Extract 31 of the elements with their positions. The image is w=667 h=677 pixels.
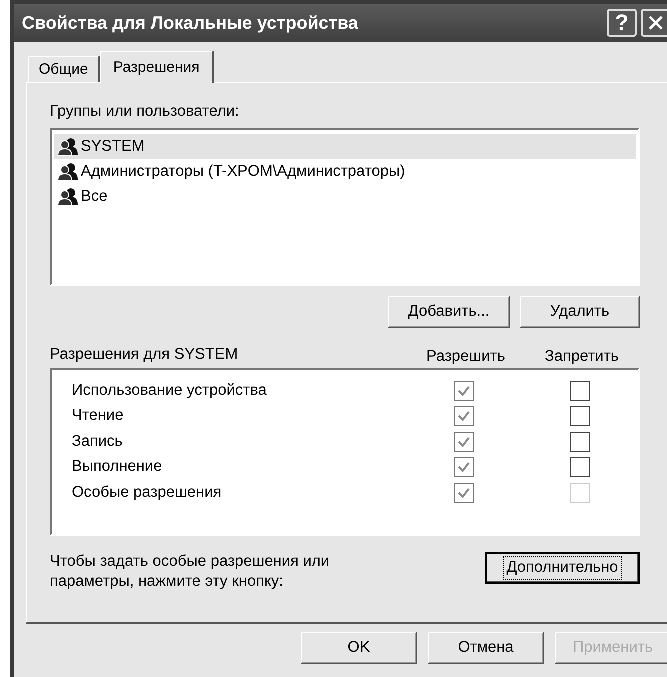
ok-button[interactable]: OK [301,632,417,664]
help-button[interactable]: ? [607,9,637,37]
permission-name: Особые разрешения [72,484,222,501]
permission-name: Выполнение [72,458,162,476]
window-title: Свойства для Локальные устройства [22,12,360,34]
tab[interactable]: Общие [28,56,100,82]
user-item[interactable]: SYSTEM [54,134,636,159]
users-icon [58,138,78,156]
checkbox[interactable] [570,406,590,426]
close-button[interactable] [641,9,667,37]
remove-button[interactable]: Удалить [520,296,640,328]
hint-text: Чтобы задать особые разрешения или параметры, нажмите эту кнопку: [50,552,331,592]
users-icon [58,163,78,181]
column-header: Запретить [544,348,620,366]
cancel-button[interactable]: Отмена [428,632,544,664]
users-icon [58,188,78,206]
tab[interactable]: Разрешения [100,51,214,83]
checkbox[interactable] [570,457,590,478]
column-header: Разрешить [426,348,506,366]
advanced-button[interactable]: Дополнительно [485,552,640,584]
permission-name: Чтение [72,407,124,424]
checkbox[interactable] [570,380,590,401]
user-item[interactable]: Администраторы (T-XPOM\Администраторы) [54,159,636,184]
permission-name: Запись [72,432,123,450]
checkbox[interactable] [570,432,590,452]
list-label: Группы или пользователи: [50,103,240,122]
permission-name: Использование устройства [72,382,267,399]
add-button[interactable]: Добавить... [388,296,510,328]
user-item[interactable]: Все [54,184,636,209]
close-icon [647,14,665,32]
permissions-label: Разрешения для SYSTEM [50,346,240,365]
